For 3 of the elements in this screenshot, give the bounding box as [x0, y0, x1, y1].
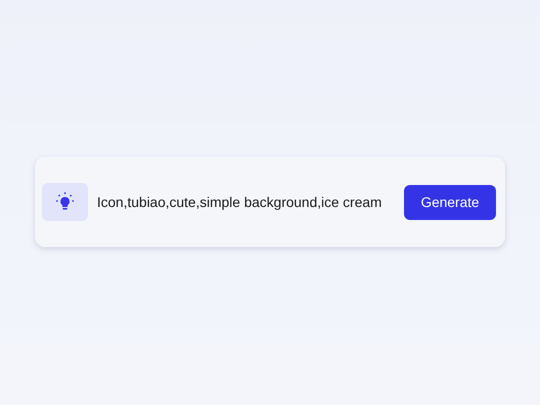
prompt-field[interactable]: Icon,tubiao,cute,simple background,ice cream: [97, 194, 395, 210]
generate-button[interactable]: Generate: [404, 184, 496, 220]
lightbulb-icon: [56, 192, 74, 212]
